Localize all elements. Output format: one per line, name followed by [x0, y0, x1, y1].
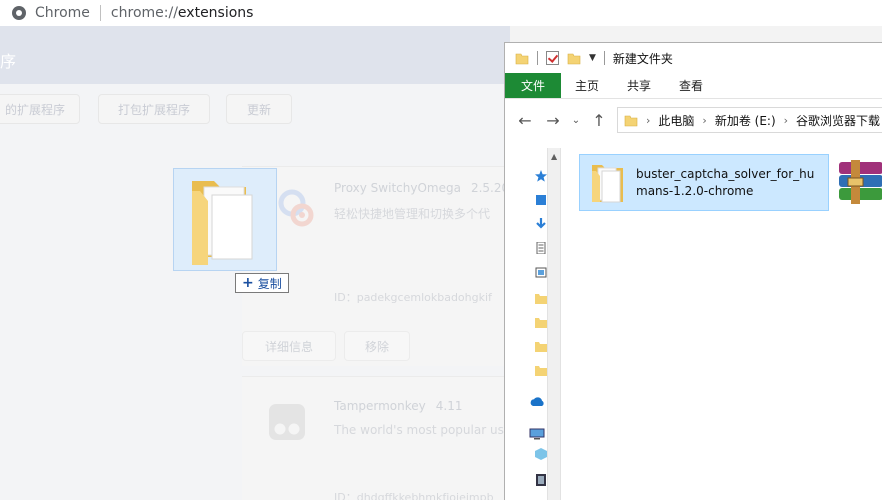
pictures-icon[interactable]	[535, 266, 547, 278]
properties-icon[interactable]	[546, 51, 559, 65]
folder-icon[interactable]	[535, 340, 547, 352]
address-separator	[99, 5, 101, 21]
folder-icon	[515, 53, 529, 65]
extension-id: ID：padekgcemlokbadohgkif	[334, 291, 492, 304]
videos-icon[interactable]	[535, 474, 547, 486]
this-pc-icon[interactable]	[529, 428, 545, 440]
file-name: buster_captcha_solver_for_humans-1.2.0-c…	[636, 166, 815, 198]
extension-name: Tampermonkey 4.11	[334, 399, 463, 413]
tampermonkey-icon	[269, 404, 305, 440]
plus-icon: +	[242, 275, 254, 291]
forward-arrow-icon[interactable]: →	[543, 111, 563, 130]
explorer-ribbon: 文件 主页 共享 查看	[505, 73, 882, 99]
update-button[interactable]: 更新	[226, 94, 292, 124]
tab-view[interactable]: 查看	[665, 73, 717, 98]
pack-extension-button[interactable]: 打包扩展程序	[98, 94, 210, 124]
navigation-pane-scrollbar[interactable]: ▲	[547, 148, 561, 500]
explorer-address-bar[interactable]: › 此电脑 › 新加卷 (E:) › 谷歌浏览器下载	[617, 107, 882, 133]
extensions-title: 序	[0, 52, 17, 71]
extension-description: 轻松快捷地管理和切换多个代	[334, 207, 491, 221]
back-arrow-icon[interactable]: ←	[515, 111, 535, 130]
explorer-navigation: ← → ⌄ ↑ › 此电脑 › 新加卷 (E:) › 谷歌浏览器下载	[505, 99, 882, 141]
chevron-right-icon: ›	[783, 113, 789, 127]
navigation-pane	[505, 148, 547, 500]
folder-icon[interactable]	[535, 292, 547, 304]
breadcrumb-this-pc[interactable]: 此电脑	[658, 112, 694, 129]
folder-icon	[192, 181, 253, 265]
extension-card-switchyomega: Proxy SwitchyOmega 2.5.20 轻松快捷地管理和切换多个代 I…	[242, 166, 510, 366]
extension-id: ID：dhdgffkkebhmkfjojejmpb	[334, 491, 494, 500]
browser-app-name: Chrome	[35, 5, 90, 21]
quick-access-star-icon[interactable]	[535, 170, 547, 182]
chevron-right-icon: ›	[702, 113, 707, 127]
new-folder-icon[interactable]	[567, 51, 581, 65]
up-arrow-icon[interactable]: ↑	[589, 111, 609, 130]
tab-file[interactable]: 文件	[505, 73, 562, 98]
folder-icon	[624, 115, 638, 127]
extension-name: Proxy SwitchyOmega 2.5.20	[334, 181, 510, 195]
scroll-up-arrow-icon[interactable]: ▲	[551, 152, 557, 161]
onedrive-cloud-icon[interactable]	[529, 396, 545, 408]
drag-ghost-folder	[173, 168, 277, 271]
folder-icon[interactable]	[535, 316, 547, 328]
recent-locations-icon[interactable]: ⌄	[571, 115, 581, 126]
breadcrumb-drive-e[interactable]: 新加卷 (E:)	[715, 112, 776, 129]
extensions-toolbar: 的扩展程序 打包扩展程序 更新	[0, 84, 510, 134]
explorer-body: ▲ buster_captcha_solver_for_humans-1.2.0…	[505, 148, 882, 500]
customize-quick-access-icon[interactable]: ▼	[589, 53, 596, 63]
chevron-right-icon: ›	[646, 113, 651, 127]
folder-icon	[592, 164, 623, 202]
copy-label: 复制	[257, 276, 282, 291]
details-button[interactable]: 详细信息	[242, 331, 336, 361]
switchyomega-icon	[278, 189, 314, 227]
title-separator	[603, 51, 605, 65]
3d-objects-icon[interactable]	[535, 448, 547, 460]
file-list: buster_captcha_solver_for_humans-1.2.0-c…	[561, 148, 882, 500]
folder-item-buster-captcha[interactable]: buster_captcha_solver_for_humans-1.2.0-c…	[579, 154, 829, 211]
remove-button[interactable]: 移除	[344, 331, 410, 361]
copy-tooltip: + 复制	[235, 273, 289, 293]
tab-home[interactable]: 主页	[561, 73, 613, 98]
extensions-header: 序	[0, 26, 510, 84]
downloads-icon[interactable]	[535, 218, 547, 230]
winrar-archive-icon[interactable]	[837, 160, 882, 204]
title-separator	[537, 51, 538, 65]
url-text[interactable]: chrome://extensions	[111, 5, 254, 21]
desktop-icon[interactable]	[535, 194, 547, 206]
file-explorer-window: ▼ 新建文件夹 文件 主页 共享 查看 ← → ⌄ ↑ › 此电脑 › 新加卷 …	[504, 42, 882, 500]
browser-address-bar[interactable]: Chrome chrome://extensions	[0, 0, 882, 26]
chrome-page-info-icon[interactable]	[12, 6, 26, 20]
window-title: 新建文件夹	[612, 51, 673, 66]
folder-icon[interactable]	[535, 364, 547, 376]
documents-icon[interactable]	[535, 242, 547, 254]
extension-description: The world's most popular use	[334, 423, 512, 437]
tab-share[interactable]: 共享	[613, 73, 665, 98]
extension-card-tampermonkey: Tampermonkey 4.11 The world's most popula…	[242, 376, 512, 500]
load-unpacked-button[interactable]: 的扩展程序	[0, 94, 80, 124]
explorer-title-bar: ▼ 新建文件夹	[505, 43, 882, 73]
breadcrumb-download-folder[interactable]: 谷歌浏览器下载	[796, 112, 880, 129]
